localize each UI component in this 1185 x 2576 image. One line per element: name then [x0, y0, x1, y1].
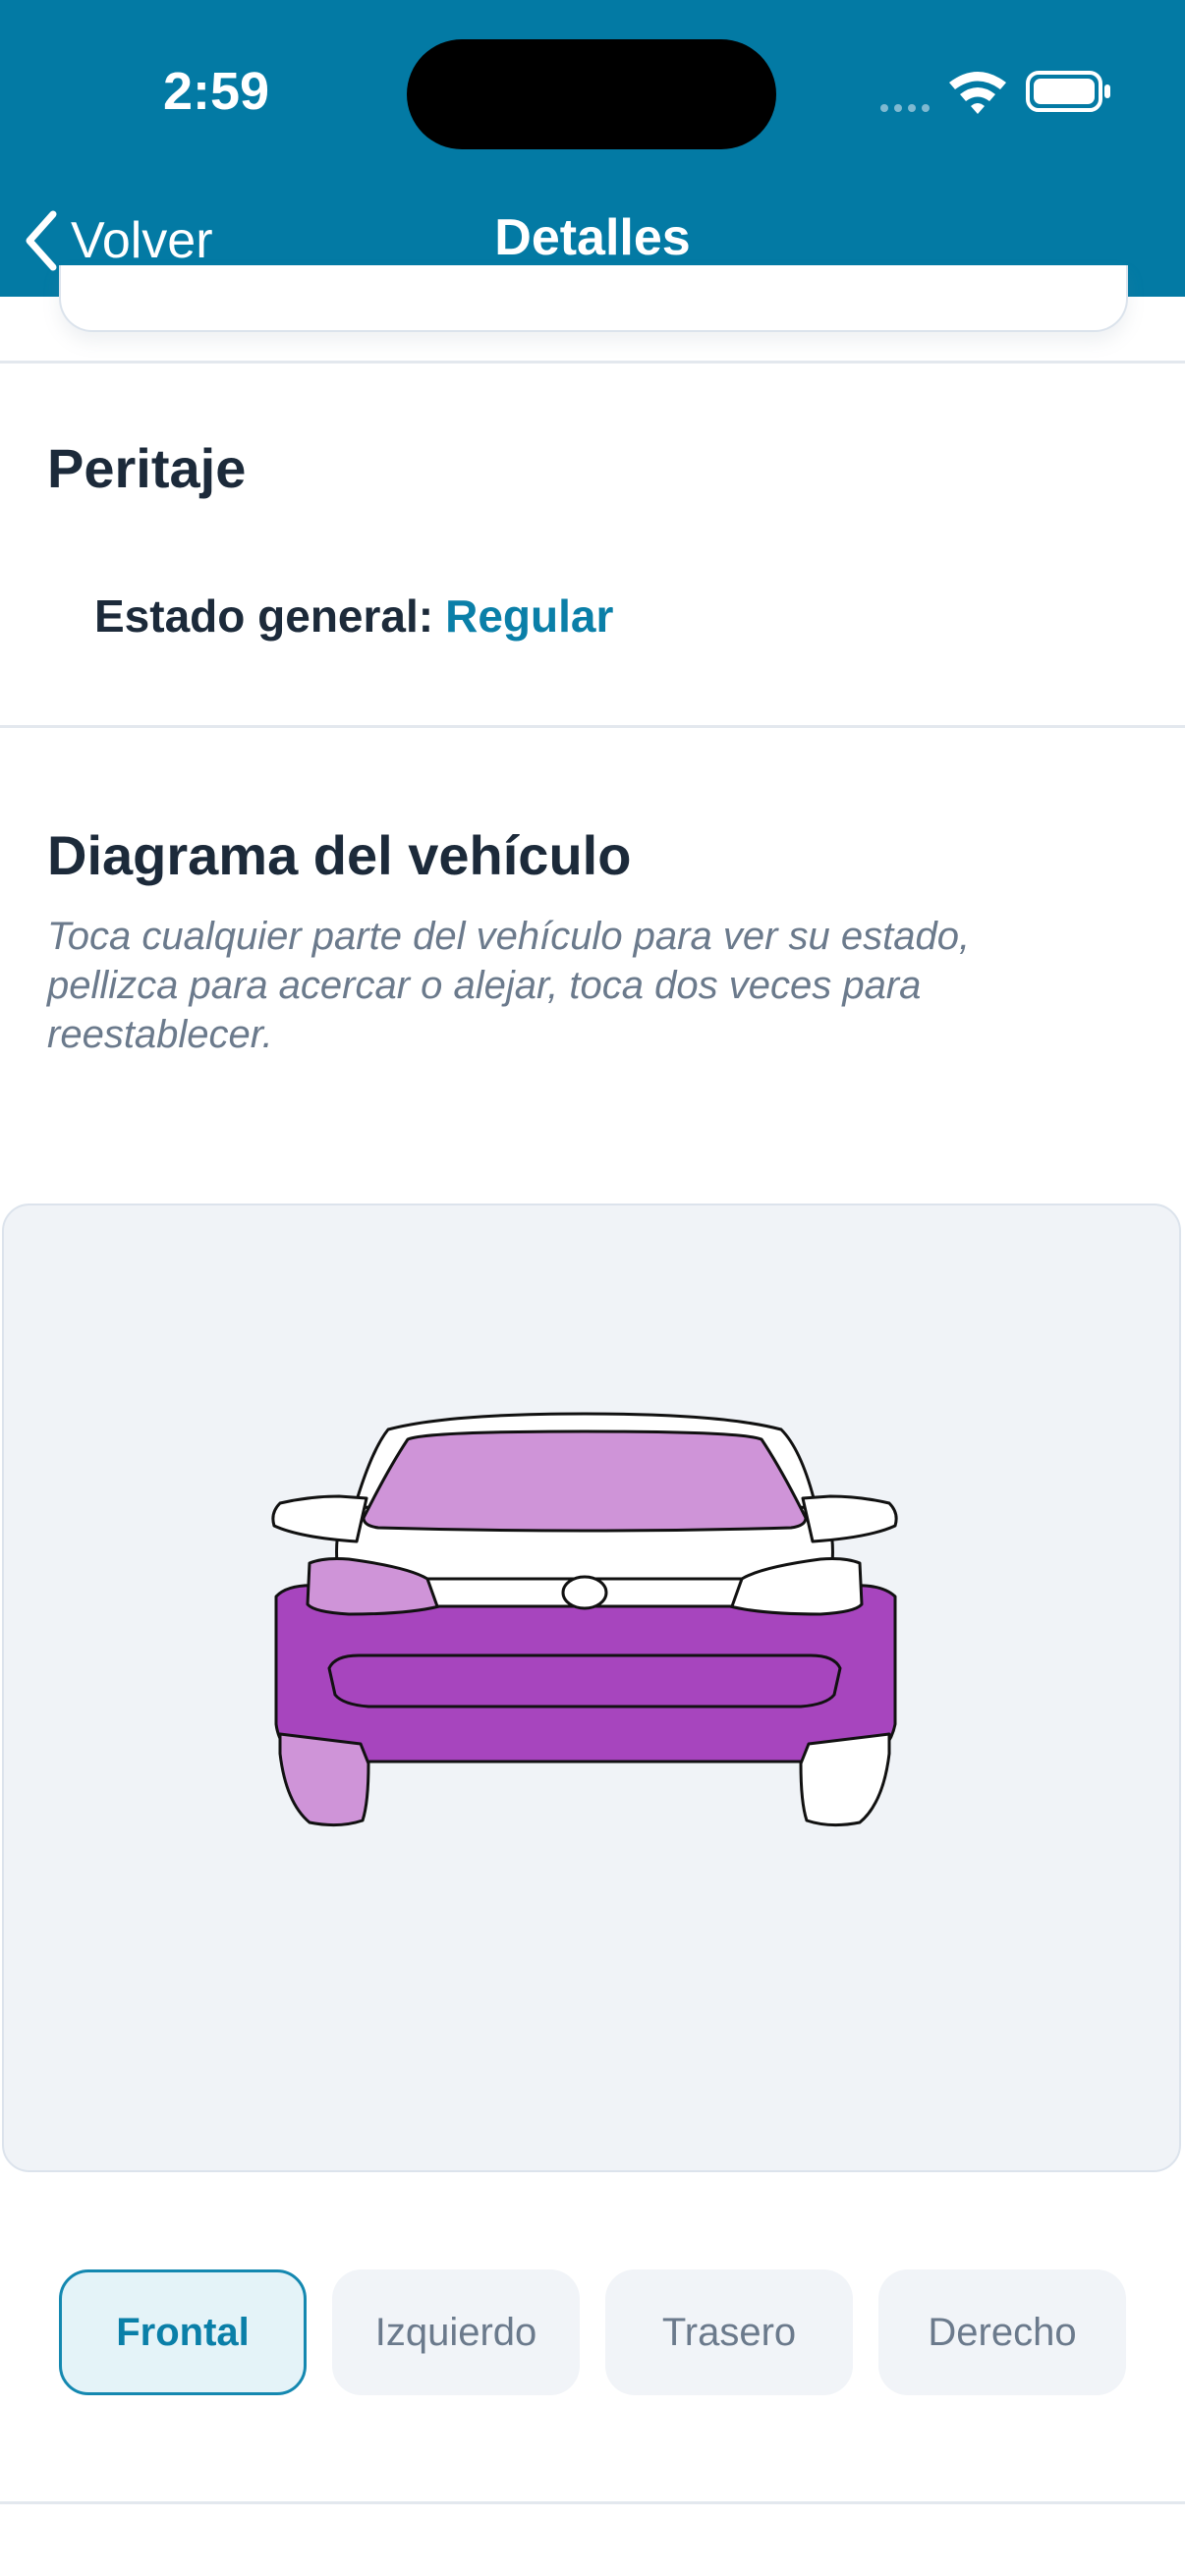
dynamic-island [407, 39, 776, 149]
section-divider [0, 725, 1185, 728]
estado-general-value: Regular [445, 590, 614, 642]
car-mirror-right-part[interactable] [801, 1494, 898, 1543]
peritaje-title: Peritaje [47, 437, 247, 499]
wifi-icon [949, 72, 1006, 114]
signal-icon [880, 104, 930, 112]
status-time: 2:59 [163, 62, 270, 121]
tab-izquierdo[interactable]: Izquierdo [332, 2269, 580, 2395]
estado-general-label: Estado general: [94, 590, 434, 642]
tab-derecho[interactable]: Derecho [878, 2269, 1126, 2395]
section-divider [0, 361, 1185, 364]
car-wheel-left-part[interactable] [278, 1732, 370, 1827]
battery-icon [1026, 71, 1110, 112]
app-header: 2:59 Volver Detalles [0, 0, 1185, 297]
tab-frontal[interactable]: Frontal [59, 2269, 307, 2395]
car-air-intake-part[interactable] [327, 1653, 842, 1708]
vehicle-front-diagram[interactable] [270, 1410, 899, 1960]
car-mirror-left-part[interactable] [271, 1494, 368, 1543]
tab-trasero[interactable]: Trasero [605, 2269, 853, 2395]
previous-card-edge [59, 265, 1128, 332]
section-divider [0, 2501, 1185, 2504]
car-wheel-right-part[interactable] [799, 1732, 891, 1827]
car-emblem-part[interactable] [561, 1575, 608, 1610]
diagram-hint: Toca cualquier parte del vehículo para v… [47, 915, 971, 1056]
page-title: Detalles [494, 209, 691, 266]
car-windshield-part[interactable] [362, 1429, 808, 1533]
diagram-title: Diagrama del vehículo [47, 824, 632, 886]
status-icons [880, 71, 1110, 114]
view-selector: Frontal Izquierdo Trasero Derecho [59, 2269, 1130, 2395]
estado-general: Estado general: Regular [94, 589, 613, 643]
